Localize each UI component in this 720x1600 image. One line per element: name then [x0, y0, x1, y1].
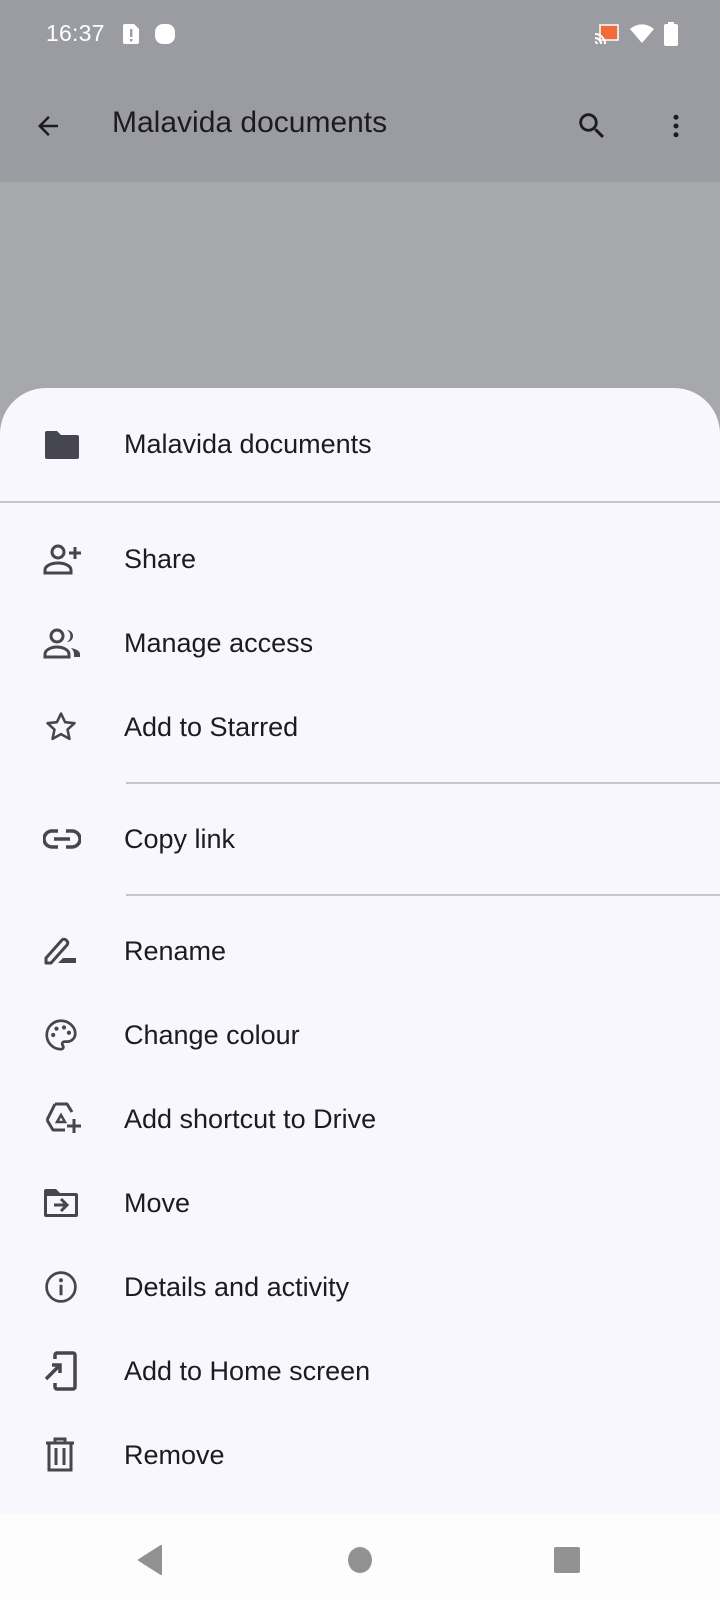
status-bar: 16:37: [0, 0, 720, 72]
menu-item-copy-link[interactable]: Copy link: [0, 797, 720, 881]
arrow-back-icon: [33, 111, 63, 141]
nav-back-icon: [137, 1545, 165, 1575]
link-icon: [0, 828, 124, 850]
move-folder-icon: [0, 1188, 124, 1218]
menu-item-share[interactable]: Share: [0, 517, 720, 601]
add-to-drive-icon: [0, 1102, 124, 1136]
sim-alert-icon: [122, 23, 140, 45]
menu-item-move[interactable]: Move: [0, 1161, 720, 1245]
nav-recents-button[interactable]: [547, 1540, 587, 1580]
sheet-header: Malavida documents: [0, 388, 720, 503]
menu-item-remove[interactable]: Remove: [0, 1413, 720, 1497]
menu-label: Move: [124, 1187, 191, 1218]
divider: [126, 782, 720, 784]
trash-icon: [0, 1437, 124, 1473]
menu-item-change-colour[interactable]: Change colour: [0, 993, 720, 1077]
cast-icon: [594, 23, 620, 45]
menu-item-add-to-home-screen[interactable]: Add to Home screen: [0, 1329, 720, 1413]
folder-icon: [0, 430, 124, 460]
wifi-icon: [630, 24, 654, 44]
app-bar: Malavida documents: [0, 72, 720, 182]
more-vert-icon: [661, 111, 691, 141]
menu-label: Add shortcut to Drive: [124, 1103, 377, 1134]
sheet-title: Malavida documents: [124, 429, 372, 459]
menu-item-add-shortcut-to-drive[interactable]: Add shortcut to Drive: [0, 1077, 720, 1161]
menu-label: Copy link: [124, 823, 236, 854]
status-time: 16:37: [46, 20, 105, 46]
menu-label: Add to Home screen: [124, 1355, 371, 1386]
add-to-home-icon: [0, 1351, 124, 1391]
nav-back-button[interactable]: [131, 1540, 171, 1580]
more-options-button[interactable]: [654, 104, 698, 148]
back-button[interactable]: [26, 104, 70, 148]
menu-item-manage-access[interactable]: Manage access: [0, 601, 720, 685]
menu-label: Add to Starred: [124, 711, 299, 742]
info-icon: [0, 1269, 124, 1305]
menu-label: Share: [124, 543, 197, 574]
rename-icon: [0, 936, 124, 966]
nav-home-icon: [347, 1546, 373, 1574]
menu-item-details-and-activity[interactable]: Details and activity: [0, 1245, 720, 1329]
star-outline-icon: [0, 710, 124, 744]
battery-icon: [664, 22, 678, 46]
menu-item-add-to-starred[interactable]: Add to Starred: [0, 685, 720, 769]
app-title: Malavida documents: [112, 106, 388, 139]
notification-dot-icon: [154, 23, 176, 45]
menu-label: Change colour: [124, 1019, 300, 1050]
divider: [126, 894, 720, 896]
palette-icon: [0, 1017, 124, 1053]
system-nav-bar: [0, 1514, 720, 1600]
people-icon: [0, 627, 124, 659]
search-button[interactable]: [570, 104, 614, 148]
menu-label: Rename: [124, 935, 227, 966]
bottom-sheet: Malavida documents Share Manage access A…: [0, 388, 720, 1514]
nav-recents-icon: [553, 1546, 581, 1574]
menu-item-rename[interactable]: Rename: [0, 909, 720, 993]
menu-label: Remove: [124, 1439, 225, 1470]
menu-label: Details and activity: [124, 1271, 350, 1302]
nav-home-button[interactable]: [340, 1540, 380, 1580]
menu-label: Manage access: [124, 627, 314, 658]
search-icon: [575, 109, 609, 143]
person-add-icon: [0, 543, 124, 575]
